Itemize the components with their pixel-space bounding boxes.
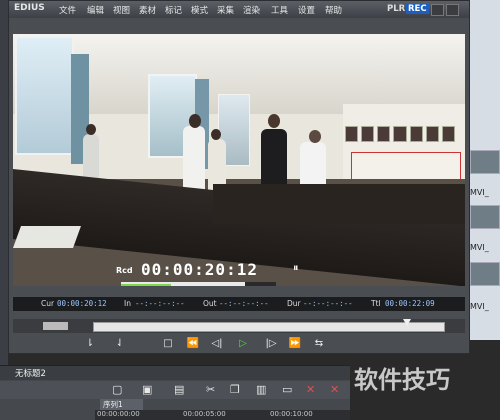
- fast-forward-button[interactable]: ⏩: [287, 337, 303, 351]
- pause-icon: ⏸: [293, 261, 299, 274]
- thumbnail-label: MVI_: [470, 188, 489, 197]
- recorder-mode-button[interactable]: REC: [406, 4, 429, 14]
- close-icon[interactable]: [446, 4, 459, 16]
- scene-paper: [13, 226, 82, 248]
- in-value: --:--:--:--: [135, 299, 185, 308]
- watermark: 软件技巧: [354, 366, 450, 394]
- menu-settings[interactable]: 设置: [298, 4, 315, 16]
- position-slider-handle[interactable]: [403, 319, 411, 326]
- scene-banner: [351, 152, 461, 182]
- video-thumbnail[interactable]: [470, 262, 500, 286]
- desktop-left-strip: [0, 0, 8, 419]
- minimize-icon[interactable]: [431, 4, 444, 16]
- cut-icon[interactable]: ✂: [206, 383, 215, 396]
- rewind-button[interactable]: ⏪: [185, 337, 201, 351]
- record-progress-bar: [121, 282, 276, 286]
- next-frame-button[interactable]: |▷: [263, 337, 279, 351]
- ruler-label: 00:00:00:00: [97, 410, 140, 418]
- video-thumbnail[interactable]: [470, 205, 500, 229]
- stop-button[interactable]: □: [161, 337, 175, 351]
- menu-help[interactable]: 帮助: [325, 4, 342, 16]
- app-title: EDIUS: [14, 3, 45, 13]
- in-label: In: [124, 299, 131, 308]
- cur-value: 00:00:20:12: [57, 299, 107, 308]
- scene-portraits: [345, 126, 455, 142]
- menu-edit[interactable]: 编辑: [87, 4, 104, 16]
- save-project-icon[interactable]: ▤: [174, 383, 184, 396]
- record-timecode-label: Rcd: [116, 266, 133, 275]
- new-project-icon[interactable]: ▢: [112, 383, 122, 396]
- menu-mode[interactable]: 模式: [191, 4, 208, 16]
- scene-table: [213, 184, 465, 224]
- ruler-label: 00:00:10:00: [270, 410, 313, 418]
- menu-file[interactable]: 文件: [59, 4, 76, 16]
- project-title: 无标题2: [15, 369, 46, 379]
- timeline-toolbar: ▢ ▣ ▤ ✂ ❐ ▥ ▭ ✕ ✕: [0, 381, 350, 399]
- timecode-status-bar: Cur 00:00:20:12 In --:--:--:-- Out --:--…: [13, 297, 465, 311]
- ruler-label: 00:00:05:00: [183, 410, 226, 418]
- menu-bar: EDIUS 文件 编辑 视图 素材 标记 模式 采集 渲染 工具 设置 帮助 P…: [9, 1, 469, 18]
- menu-marker[interactable]: 标记: [165, 4, 182, 16]
- thumbnail-label: MVI_: [470, 243, 489, 252]
- cur-label: Cur: [41, 299, 55, 308]
- set-in-button[interactable]: ⇂: [83, 337, 97, 351]
- position-slider-track[interactable]: [93, 322, 445, 332]
- previous-frame-button[interactable]: ◁|: [209, 337, 225, 351]
- open-project-icon[interactable]: ▣: [142, 383, 152, 396]
- menu-capture[interactable]: 采集: [217, 4, 234, 16]
- scene-person: [83, 134, 99, 179]
- video-thumbnail[interactable]: [470, 150, 500, 174]
- out-label: Out: [203, 299, 217, 308]
- ttl-label: Ttl: [371, 299, 381, 308]
- delete-icon[interactable]: ✕: [306, 383, 315, 396]
- timeline-titlebar: 无标题2: [0, 366, 350, 380]
- scene-person: [183, 126, 205, 196]
- record-level-indicator: [121, 284, 171, 286]
- play-button[interactable]: ▷: [235, 337, 251, 351]
- player-mode-button[interactable]: PLR: [387, 4, 405, 14]
- menu-clip[interactable]: 素材: [139, 4, 156, 16]
- paste-icon[interactable]: ▥: [256, 383, 266, 396]
- scrubber-area: [13, 319, 465, 333]
- dur-label: Dur: [287, 299, 301, 308]
- ripple-delete-icon[interactable]: ✕: [330, 383, 339, 396]
- copy-icon[interactable]: ❐: [230, 383, 240, 396]
- set-out-button[interactable]: ⇃: [113, 337, 127, 351]
- record-timecode: 00:00:20:12: [141, 260, 258, 279]
- dur-value: --:--:--:--: [303, 299, 353, 308]
- replace-icon[interactable]: ▭: [282, 383, 292, 396]
- desktop-file-panel: MVI_ MVI_ MVI_: [468, 0, 500, 340]
- out-value: --:--:--:--: [219, 299, 269, 308]
- loop-button[interactable]: ⇆: [311, 337, 327, 351]
- menu-view[interactable]: 视图: [113, 4, 130, 16]
- transport-controls: ⇂ ⇃ □ ⏪ ◁| ▷ |▷ ⏩ ⇆: [13, 337, 465, 353]
- shuttle-slider[interactable]: [43, 322, 68, 330]
- scene-window: [15, 36, 74, 155]
- sequence-tab[interactable]: 序列1: [100, 399, 143, 410]
- timeline-window: 无标题2 ▢ ▣ ▤ ✂ ❐ ▥ ▭ ✕ ✕ 序列1 00:00:00:00 0…: [0, 365, 350, 420]
- video-preview[interactable]: Rcd 00:00:20:12 ⏸: [13, 34, 465, 286]
- menu-tools[interactable]: 工具: [271, 4, 288, 16]
- menu-render[interactable]: 渲染: [243, 4, 260, 16]
- thumbnail-label: MVI_: [470, 302, 489, 311]
- player-window: EDIUS 文件 编辑 视图 素材 标记 模式 采集 渲染 工具 设置 帮助 P…: [8, 0, 470, 354]
- ttl-value: 00:00:22:09: [385, 299, 435, 308]
